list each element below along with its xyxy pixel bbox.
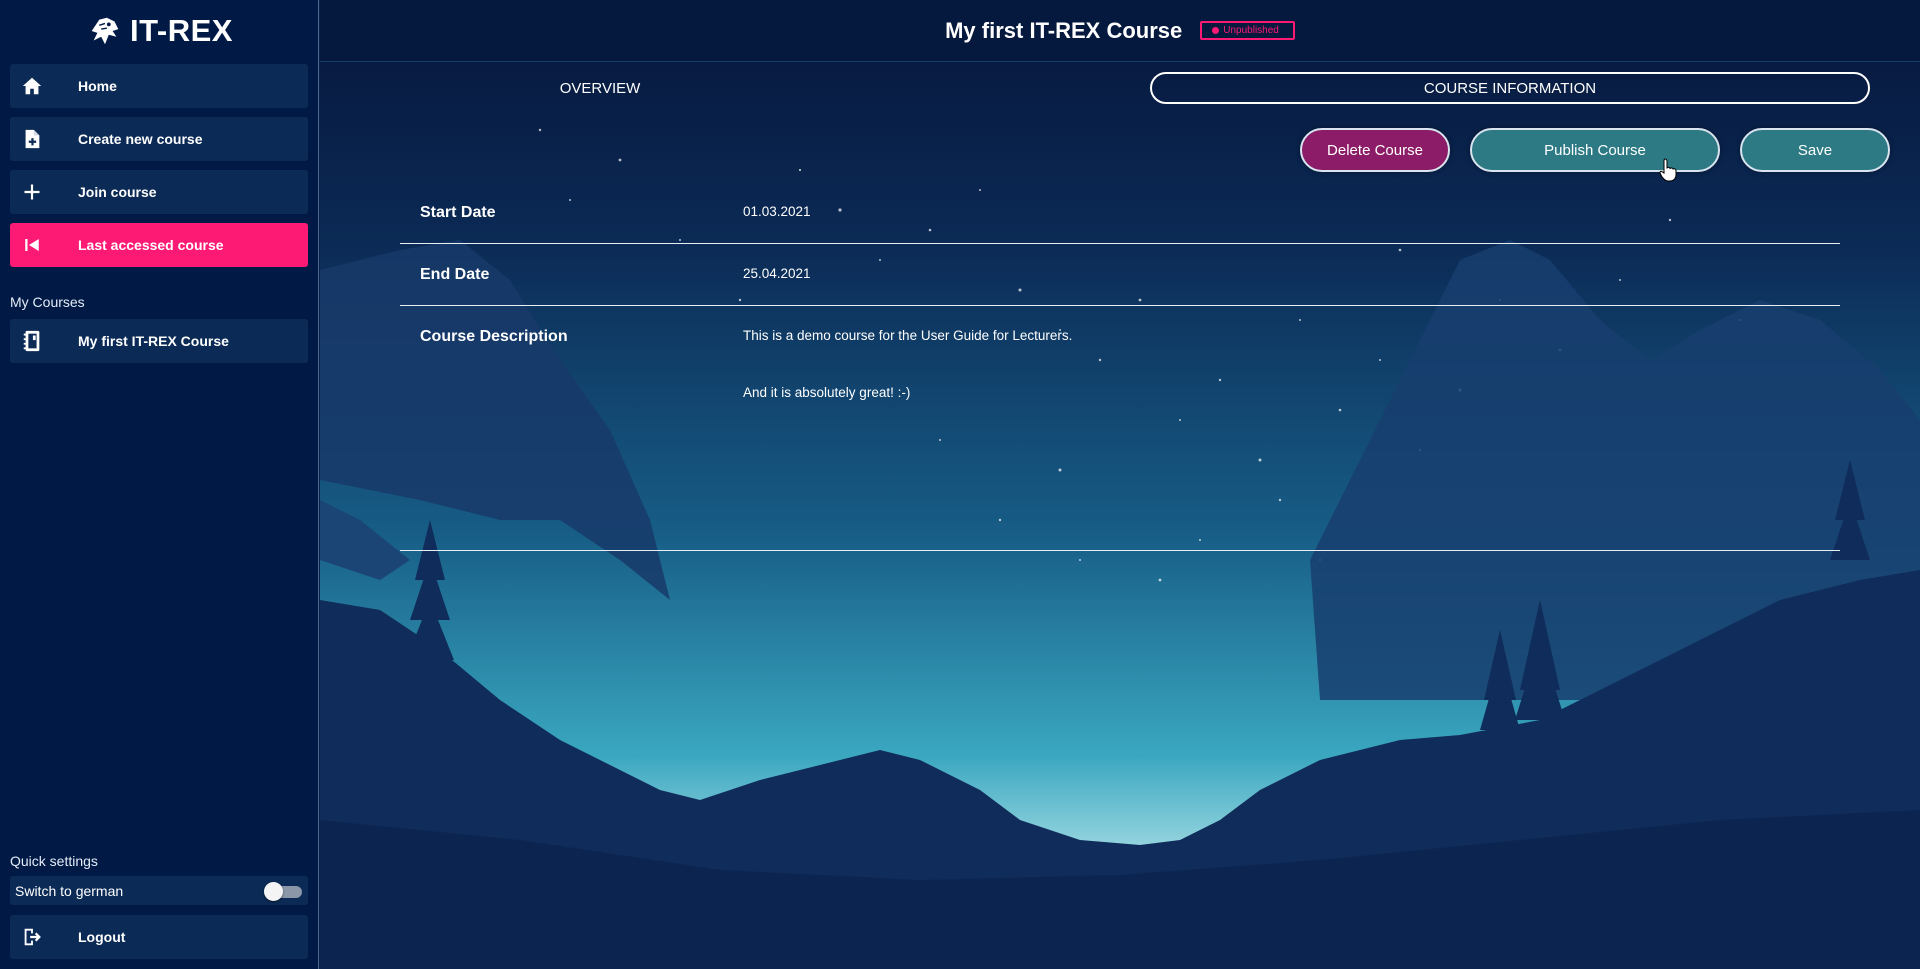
nav-home-label: Home (78, 78, 117, 94)
main-content: My first IT-REX Course Unpublished OVERV… (320, 0, 1920, 969)
skip-back-icon (10, 223, 54, 267)
tab-overview-label: OVERVIEW (559, 79, 641, 97)
tab-course-information-label: COURSE INFORMATION (1423, 79, 1597, 97)
save-label: Save (1797, 141, 1833, 159)
course-description-label: Course Description (420, 328, 568, 345)
file-plus-icon (10, 117, 54, 161)
language-switch-label: Switch to german (15, 882, 124, 899)
my-courses-heading: My Courses (10, 294, 85, 310)
nav-create-course[interactable]: Create new course (10, 117, 308, 161)
app-logo-text: IT-REX (130, 13, 233, 48)
nav-create-course-label: Create new course (78, 131, 203, 147)
hand-pointer-icon (1659, 158, 1677, 182)
course-header: My first IT-REX Course Unpublished (320, 0, 1920, 62)
logout-label: Logout (78, 929, 126, 945)
language-toggle-switch[interactable] (264, 881, 302, 901)
home-icon (10, 64, 54, 108)
rex-logo-icon (91, 17, 119, 45)
course-description-line-1[interactable]: This is a demo course for the User Guide… (743, 328, 1072, 343)
start-date-value[interactable]: 01.03.2021 (743, 204, 811, 219)
plus-icon (10, 170, 54, 214)
field-divider (400, 305, 1840, 306)
publish-course-button[interactable]: Publish Course (1470, 128, 1720, 172)
course-description-line-2[interactable]: And it is absolutely great! :-) (743, 385, 910, 400)
status-badge-label: Unpublished (1223, 25, 1279, 36)
nav-last-accessed-course[interactable]: Last accessed course (10, 223, 308, 267)
save-button[interactable]: Save (1740, 128, 1890, 172)
field-divider (400, 550, 1840, 551)
course-title: My first IT-REX Course (945, 17, 1183, 43)
course-item-my-first-it-rex-course[interactable]: My first IT-REX Course (10, 319, 308, 363)
tab-overview[interactable]: OVERVIEW (400, 72, 800, 104)
status-dot-icon (1212, 27, 1220, 34)
notebook-icon (10, 319, 54, 363)
delete-course-button[interactable]: Delete Course (1300, 128, 1450, 172)
tab-course-information[interactable]: COURSE INFORMATION (1150, 72, 1870, 104)
nav-home[interactable]: Home (10, 64, 308, 108)
app-logo[interactable]: IT-REX (0, 10, 319, 52)
nav-last-accessed-label: Last accessed course (78, 237, 224, 253)
end-date-value[interactable]: 25.04.2021 (743, 266, 811, 281)
language-switch-row: Switch to german (10, 876, 308, 905)
end-date-label: End Date (420, 266, 490, 283)
logout-icon (10, 915, 54, 959)
delete-course-label: Delete Course (1327, 141, 1423, 159)
course-item-label: My first IT-REX Course (78, 333, 229, 349)
toggle-knob (264, 881, 283, 901)
start-date-label: Start Date (420, 204, 496, 221)
publish-course-label: Publish Course (1544, 141, 1646, 159)
field-divider (400, 243, 1840, 244)
sidebar: IT-REX Home Create new course Join cours… (0, 0, 319, 969)
quick-settings-heading: Quick settings (10, 853, 98, 869)
nav-join-course[interactable]: Join course (10, 170, 308, 214)
nav-join-course-label: Join course (78, 184, 157, 200)
status-badge: Unpublished (1200, 21, 1295, 40)
logout-button[interactable]: Logout (10, 915, 308, 959)
